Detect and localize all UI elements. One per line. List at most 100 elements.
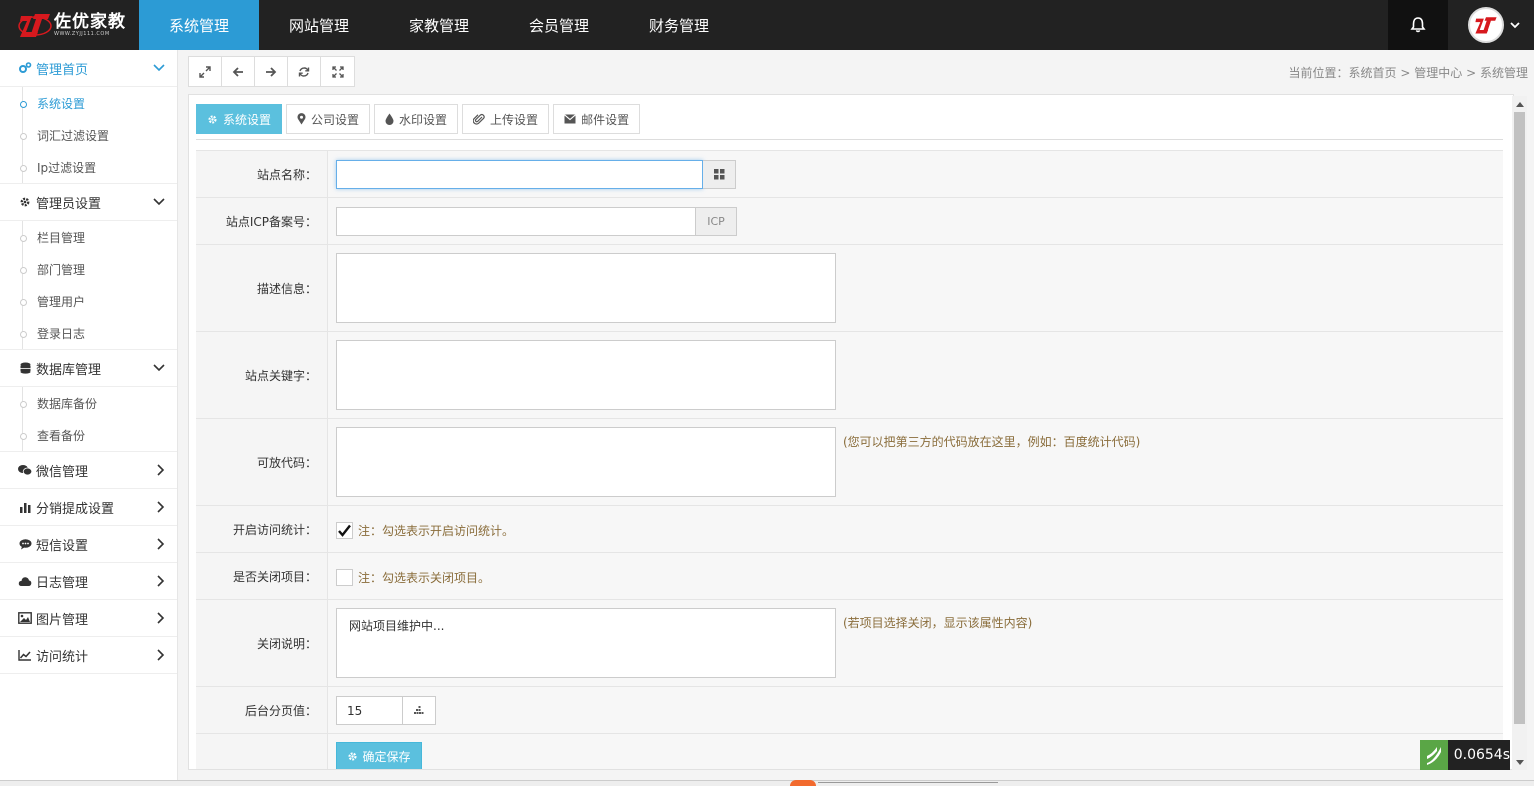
scrollbar-thumb[interactable] (1514, 112, 1525, 724)
chevron-down-icon (153, 364, 165, 372)
tab-email-settings[interactable]: 邮件设置 (553, 104, 641, 134)
comment-icon (18, 537, 32, 551)
sidebar-group-logs[interactable]: 日志管理 (0, 563, 177, 600)
tab-watermark-settings[interactable]: 水印设置 (374, 104, 459, 134)
tab-label: 邮件设置 (581, 112, 630, 127)
back-button[interactable] (222, 57, 255, 86)
breadcrumb-separator: > (1466, 66, 1477, 80)
sidebar-item-ip-filter[interactable]: Ip过滤设置 (0, 151, 177, 183)
user-menu[interactable] (1448, 0, 1534, 50)
expand-button[interactable] (189, 57, 222, 86)
top-bar: 佐优家教 WWW.ZYJJ111.COM 系统管理 网站管理 家教管理 会员管理… (0, 0, 1534, 50)
scroll-up-icon[interactable] (1512, 96, 1527, 111)
sidebar: 管理首页 系统设置 词汇过滤设置 Ip过滤设置 管理员设置 栏目管理 部门管理 … (0, 50, 178, 786)
sidebar-group-stats[interactable]: 访问统计 (0, 637, 177, 674)
page-size-addon-button[interactable] (402, 696, 436, 725)
refresh-icon (298, 66, 310, 77)
logo-mark-icon (18, 10, 52, 40)
close-project-checkbox[interactable] (336, 569, 353, 586)
gears-icon (18, 61, 32, 75)
tab-upload-settings[interactable]: 上传设置 (462, 104, 550, 134)
chevron-down-icon (153, 198, 165, 206)
fullscreen-button[interactable] (321, 57, 354, 86)
site-name-input[interactable] (336, 160, 703, 189)
sidebar-group-sms[interactable]: 短信设置 (0, 526, 177, 563)
scroll-down-icon[interactable] (1512, 755, 1527, 770)
sidebar-group-label: 访问统计 (36, 649, 89, 665)
sidebar-item-view-backup[interactable]: 查看备份 (0, 419, 177, 451)
sidebar-item-login-log[interactable]: 登录日志 (0, 317, 177, 349)
field-label-empty (196, 734, 328, 769)
description-textarea[interactable] (336, 253, 836, 323)
row-keywords: 站点关键字： (196, 332, 1503, 419)
save-button[interactable]: 确定保存 (336, 742, 422, 769)
database-icon (18, 361, 32, 375)
refresh-button[interactable] (288, 57, 321, 86)
sidebar-item-word-filter[interactable]: 词汇过滤设置 (0, 119, 177, 151)
sidebar-group-label: 分销提成设置 (36, 501, 115, 517)
sidebar-item-db-backup[interactable]: 数据库备份 (0, 387, 177, 419)
field-label: 站点ICP备案号： (196, 198, 328, 244)
close-description-textarea[interactable]: 网站项目维护中... (336, 608, 836, 678)
field-label: 是否关闭项目： (196, 553, 328, 599)
row-close-description: 关闭说明： 网站项目维护中... (若项目选择关闭，显示该属性内容) (196, 600, 1503, 687)
logo-title: 佐优家教 (54, 11, 126, 32)
field-label: 关闭说明： (196, 600, 328, 686)
logo[interactable]: 佐优家教 WWW.ZYJJ111.COM (0, 0, 139, 50)
tab-company-settings[interactable]: 公司设置 (286, 104, 371, 134)
row-close-project: 是否关闭项目： 注：勾选表示关闭项目。 (196, 553, 1503, 600)
topnav-finance[interactable]: 财务管理 (619, 0, 739, 50)
topnav-tutor[interactable]: 家教管理 (379, 0, 499, 50)
tabs: 系统设置 公司设置 水印设置 上传设置 邮件设置 (196, 104, 644, 134)
breadcrumb-separator: > (1400, 66, 1411, 80)
code-textarea[interactable] (336, 427, 836, 497)
cloud-icon (18, 574, 32, 588)
sidebar-group-images[interactable]: 图片管理 (0, 600, 177, 637)
field-label: 站点关键字： (196, 332, 328, 418)
line-chart-icon (18, 648, 32, 662)
row-save: 确定保存 (196, 734, 1503, 769)
site-name-addon-button[interactable] (703, 160, 736, 189)
sidebar-group-database[interactable]: 数据库管理 (0, 350, 177, 387)
breadcrumb-item[interactable]: 系统首页 (1349, 66, 1397, 80)
sidebar-item-system-settings[interactable]: 系统设置 (0, 87, 177, 119)
stats-checkbox[interactable] (336, 522, 353, 539)
topnav-website[interactable]: 网站管理 (259, 0, 379, 50)
forward-button[interactable] (255, 57, 288, 86)
field-label: 描述信息： (196, 245, 328, 331)
close-description-hint: (若项目选择关闭，显示该属性内容) (843, 616, 1033, 630)
sidebar-group-commission[interactable]: 分销提成设置 (0, 489, 177, 526)
sidebar-group-wechat[interactable]: 微信管理 (0, 452, 177, 489)
sidebar-group-label: 数据库管理 (36, 362, 102, 378)
icp-addon: ICP (696, 207, 737, 236)
fullscreen-icon (331, 65, 344, 78)
keywords-textarea[interactable] (336, 340, 836, 410)
sidebar-group-admin[interactable]: 管理员设置 (0, 184, 177, 221)
notification-button[interactable] (1388, 0, 1448, 50)
sidebar-group-label: 管理员设置 (36, 196, 102, 212)
avatar (1468, 7, 1504, 43)
breadcrumb: 当前位置：系统首页 > 管理中心 > 系统管理 (1289, 64, 1529, 81)
sidebar-item-columns[interactable]: 栏目管理 (0, 221, 177, 253)
breadcrumb-item[interactable]: 系统管理 (1480, 66, 1528, 80)
toolbar (188, 56, 355, 87)
field-label: 可放代码： (196, 419, 328, 505)
timer-logo-icon (1420, 740, 1448, 770)
breadcrumb-item[interactable]: 管理中心 (1414, 66, 1462, 80)
sidebar-item-users[interactable]: 管理用户 (0, 285, 177, 317)
sidebar-item-departments[interactable]: 部门管理 (0, 253, 177, 285)
tab-label: 上传设置 (490, 112, 539, 127)
row-icp: 站点ICP备案号： ICP (196, 198, 1503, 245)
sidebar-group-home[interactable]: 管理首页 (0, 50, 177, 87)
tab-system-settings[interactable]: 系统设置 (196, 104, 283, 134)
topnav-system[interactable]: 系统管理 (139, 0, 259, 50)
vertical-scrollbar[interactable] (1512, 96, 1527, 770)
icp-input[interactable] (336, 207, 696, 236)
chevron-right-icon (157, 538, 165, 550)
topnav-member[interactable]: 会员管理 (499, 0, 619, 50)
chevron-right-icon (157, 612, 165, 624)
tab-label: 水印设置 (399, 112, 448, 127)
row-site-name: 站点名称： (196, 151, 1503, 198)
page-size-input[interactable]: 15 (336, 696, 403, 725)
sort-icon (413, 705, 423, 714)
